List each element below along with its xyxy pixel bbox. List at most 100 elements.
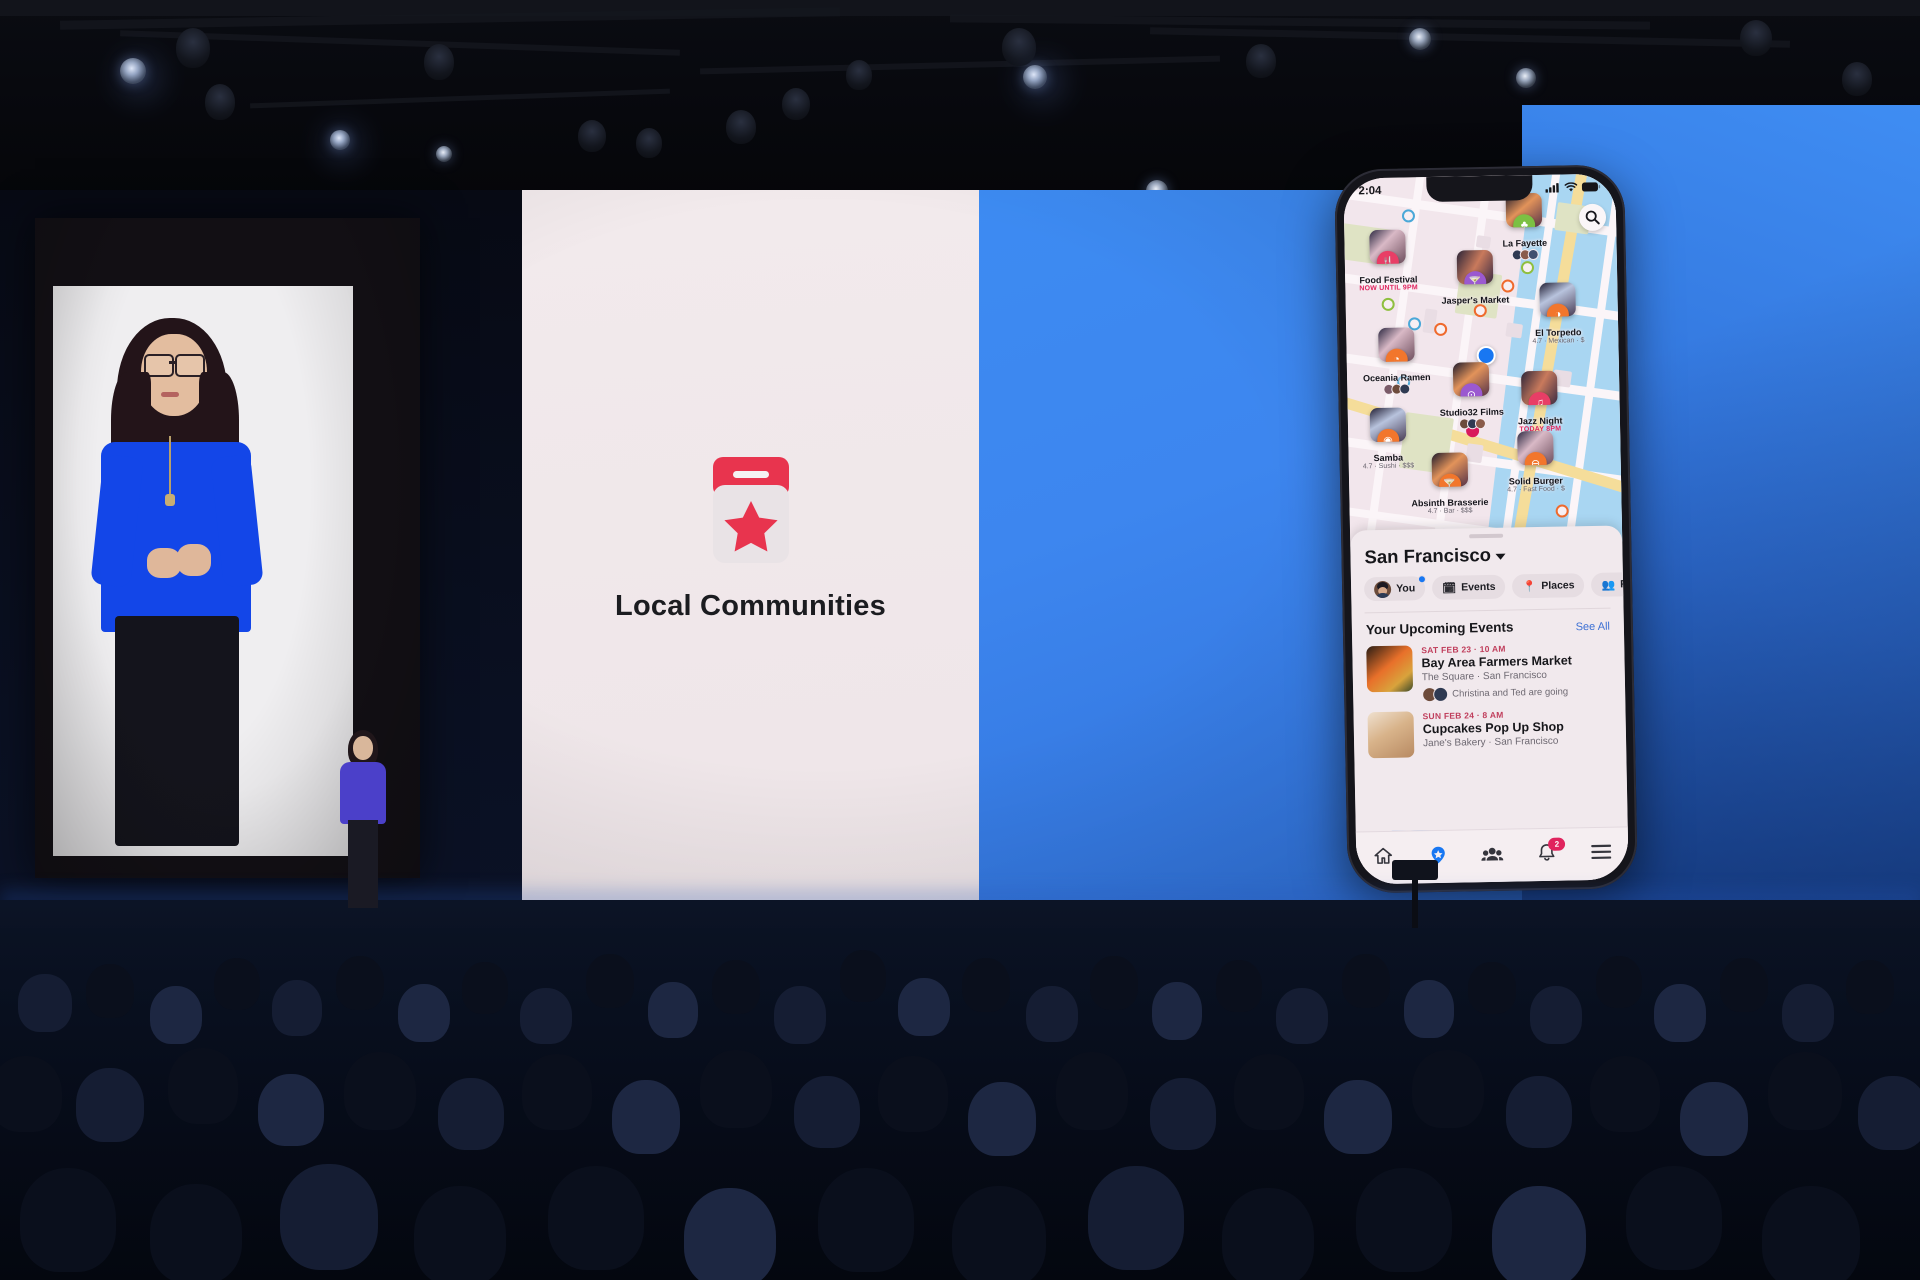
map-view[interactable]: 🍴 Food Festival NOW UNTIL 9PM ♣ La Fayette 🍸 J…	[1343, 173, 1623, 547]
poi-photo: ⊖	[1516, 430, 1554, 466]
notification-badge: 2	[1548, 837, 1566, 851]
events-list: SAT FEB 23 · 10 AM Bay Area Farmers Marke…	[1352, 632, 1626, 759]
friends-icon: 👥	[1601, 579, 1616, 592]
map-poi[interactable]: ♫ Jazz Night TODAY 8PM	[1517, 370, 1563, 434]
tab-groups[interactable]	[1471, 841, 1514, 872]
stage-light-housing	[578, 120, 606, 152]
poi-subtitle: NOW UNTIL 9PM	[1359, 284, 1418, 293]
stage-light-housing	[205, 84, 235, 120]
bottom-sheet: San Francisco You 🗓 Events 📍 Places 👥 Friends …	[1350, 525, 1629, 885]
poi-friend-faces	[1458, 417, 1486, 430]
avatar	[1527, 248, 1539, 261]
poi-photo: ◔	[1377, 327, 1415, 363]
poi-name: Studio32 Films	[1439, 406, 1504, 418]
attendees-text: Christina and Ted are going	[1452, 686, 1569, 700]
music-icon: ♫	[1528, 391, 1552, 406]
stage-light	[1409, 28, 1431, 50]
chip-label: Events	[1461, 580, 1496, 594]
poi-subtitle: 4.7 · Sushi · $$$	[1362, 462, 1415, 471]
filter-chip-you[interactable]: You	[1363, 575, 1427, 602]
local-communities-icon	[713, 457, 789, 563]
light-glow	[1012, 52, 1072, 112]
map-poi[interactable]: ⊖ Solid Burger 4.7 · Fast Food · $	[1506, 430, 1565, 494]
avatar	[1399, 383, 1411, 395]
map-poi[interactable]: 🍸 Jasper's Market	[1441, 249, 1510, 306]
speaker-on-stage	[330, 730, 400, 910]
section-title: Your Upcoming Events	[1365, 619, 1514, 638]
event-list-item[interactable]: SUN FEB 24 · 8 AM Cupcakes Pop Up Shop Jan…	[1353, 698, 1626, 759]
map-poi[interactable]: ◉ Samba 4.7 · Sushi · $$$	[1362, 407, 1415, 471]
poi-subtitle: 4.7 · Mexican · $	[1532, 337, 1585, 346]
map-poi[interactable]: ◑ El Torpedo 4.7 · Mexican · $	[1531, 282, 1585, 346]
poi-photo: ◑	[1539, 282, 1576, 317]
map-poi[interactable]: ♣ La Fayette	[1502, 192, 1548, 261]
phone-screen: 2:04 🍴 Food Festival NOW UNTIL 9PM ♣ La …	[1343, 173, 1629, 885]
event-thumbnail	[1367, 711, 1415, 759]
filter-chip-events[interactable]: 🗓 Events	[1431, 574, 1506, 601]
stage-light-housing	[424, 44, 454, 80]
map-pin-icon: 📍	[1522, 580, 1537, 593]
map-poi[interactable]: ⊙ Studio32 Films	[1439, 361, 1504, 430]
phone-mockup: 2:04 🍴 Food Festival NOW UNTIL 9PM ♣ La …	[1334, 164, 1638, 894]
poi-photo: ◉	[1369, 407, 1406, 443]
film-icon: ⊙	[1460, 383, 1483, 397]
poi-photo: 🍴	[1369, 229, 1407, 265]
poi-photo: ⊙	[1452, 361, 1490, 397]
status-time: 2:04	[1358, 184, 1382, 198]
event-location: Jane's Bakery · San Francisco	[1423, 735, 1559, 750]
map-poi[interactable]: 🍴 Food Festival NOW UNTIL 9PM	[1358, 229, 1418, 292]
poi-subtitle: 4.7 · Bar · $$$	[1427, 507, 1473, 516]
chip-label: Places	[1541, 579, 1575, 592]
unread-dot	[1417, 575, 1427, 584]
poi-photo: ♫	[1521, 370, 1558, 406]
tab-notifications-bell[interactable]: 2	[1525, 837, 1568, 870]
see-all-link[interactable]: See All	[1576, 621, 1610, 634]
poi-photo: 🍸	[1431, 452, 1468, 488]
sushi-icon: ◉	[1376, 428, 1400, 443]
stage-light-housing	[726, 110, 756, 144]
stage-light-housing	[782, 88, 810, 120]
mic-stand-base	[1392, 860, 1438, 880]
poi-name: Samba	[1373, 452, 1404, 464]
avatar	[1474, 417, 1486, 430]
poi-name: La Fayette	[1502, 237, 1548, 249]
cocktail-icon: 🍸	[1438, 473, 1461, 488]
event-list-item[interactable]: SAT FEB 23 · 10 AM Bay Area Farmers Marke…	[1352, 632, 1625, 703]
avatar	[1433, 686, 1449, 703]
map-dot-pin[interactable]	[1434, 322, 1448, 336]
signal-bars-icon	[1545, 183, 1559, 193]
stage-light-housing	[636, 128, 662, 158]
park-icon: ♣	[1513, 213, 1536, 228]
filter-chip-friends[interactable]: 👥 Friends	[1591, 571, 1624, 597]
poi-name: Jasper's Market	[1441, 294, 1510, 306]
light-glow	[110, 48, 170, 108]
event-attendees: Christina and Ted are going	[1422, 684, 1573, 703]
filter-chips: You 🗓 Events 📍 Places 👥 Friends	[1351, 563, 1624, 602]
map-poi[interactable]: ◔ Oceania Ramen	[1362, 327, 1431, 395]
filter-chip-places[interactable]: 📍 Places	[1512, 573, 1585, 599]
audience	[0, 928, 1920, 1280]
map-poi[interactable]: 🍸 Absinth Brasserie 4.7 · Bar · $$$	[1411, 452, 1489, 515]
chevron-down-icon	[1495, 553, 1507, 560]
stage-light-housing	[1246, 44, 1276, 78]
ramen-icon: ◔	[1385, 348, 1408, 363]
stage-light-housing	[1740, 20, 1772, 56]
groups-icon	[1481, 843, 1504, 868]
stage-light-housing	[176, 28, 210, 68]
cocktail-icon: 🍸	[1463, 270, 1487, 285]
event-location: The Square · San Francisco	[1421, 669, 1547, 684]
poi-subtitle: 4.7 · Fast Food · $	[1507, 485, 1565, 494]
event-thumbnail	[1366, 645, 1414, 693]
stage-light	[436, 146, 452, 162]
map-dot-pin[interactable]	[1381, 297, 1395, 311]
taco-icon: ◑	[1546, 303, 1570, 317]
poi-friend-faces	[1511, 248, 1539, 261]
search-icon	[1585, 210, 1600, 225]
keynote-stage-photo: Local Communities 2:04 🍴 Food Festival N…	[0, 0, 1920, 1280]
tab-menu-hamburger[interactable]	[1580, 838, 1623, 869]
chip-label: Friends	[1620, 577, 1624, 591]
burger-icon: ⊖	[1524, 451, 1547, 466]
stage-light-housing	[846, 60, 872, 90]
event-name: Bay Area Farmers Market	[1421, 653, 1572, 671]
poi-photo: 🍸	[1456, 249, 1494, 285]
